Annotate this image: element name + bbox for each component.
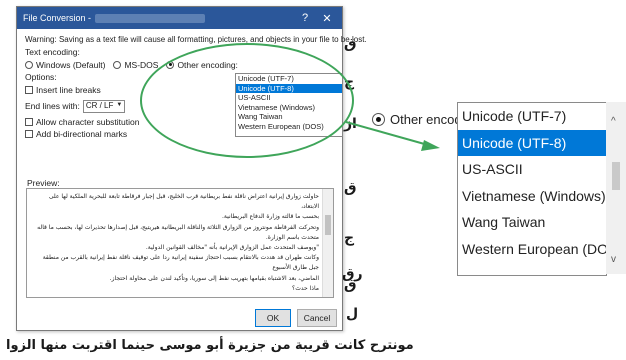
zoom-scrollbar[interactable]: ^ v xyxy=(606,102,626,274)
zoom-encoding-option[interactable]: Unicode (UTF-7) xyxy=(458,103,606,130)
zoom-radio-other[interactable] xyxy=(372,113,385,126)
zoom-encoding-option[interactable]: Western European (DOS) xyxy=(458,236,622,263)
zoom-encoding-option-selected[interactable]: Unicode (UTF-8) xyxy=(458,129,606,156)
scroll-up-icon[interactable]: ^ xyxy=(611,116,616,127)
zoom-scrollbar-thumb[interactable] xyxy=(612,162,620,190)
zoom-encoding-option[interactable]: US-ASCII xyxy=(458,156,606,183)
scroll-down-icon[interactable]: v xyxy=(611,254,616,265)
zoom-encoding-option[interactable]: Vietnamese (Windows) xyxy=(458,183,606,210)
zoom-encoding-listbox[interactable]: Unicode (UTF-7) Unicode (UTF-8) US-ASCII… xyxy=(457,102,622,276)
zoom-encoding-option[interactable]: Wang Taiwan xyxy=(458,209,606,236)
